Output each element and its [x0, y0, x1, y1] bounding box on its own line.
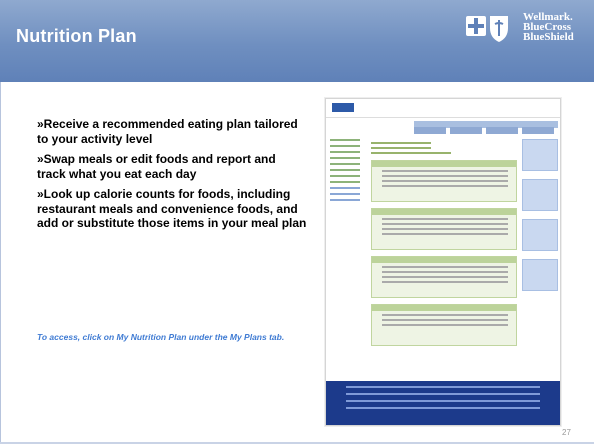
slide: Nutrition Plan Wellmark. BlueCross BlueS… [0, 0, 594, 444]
nutrition-plan-screenshot [325, 98, 561, 426]
bullet-item: »Receive a recommended eating plan tailo… [37, 117, 298, 146]
screenshot-right-column [522, 139, 558, 339]
bullet-list: »Receive a recommended eating plan tailo… [37, 117, 307, 237]
slide-title: Nutrition Plan [16, 26, 137, 46]
header-band: Nutrition Plan Wellmark. BlueCross BlueS… [0, 0, 594, 82]
screenshot-footer [326, 381, 560, 425]
bullet-item: »Look up calorie counts for foods, inclu… [37, 187, 307, 230]
access-note: To access, click on My Nutrition Plan un… [37, 332, 285, 342]
brand-line-3: BlueShield [523, 31, 574, 43]
brand-name: Wellmark. BlueCross BlueShield [523, 12, 574, 43]
screenshot-logo [332, 103, 354, 112]
screenshot-header [326, 99, 560, 134]
screenshot-tabs [414, 121, 558, 134]
screenshot-left-nav [330, 135, 364, 225]
page-number: 27 [562, 428, 571, 437]
bullet-item: »Swap meals or edit foods and report and… [37, 152, 276, 181]
left-border [0, 82, 1, 444]
screenshot-main-content [371, 139, 517, 367]
